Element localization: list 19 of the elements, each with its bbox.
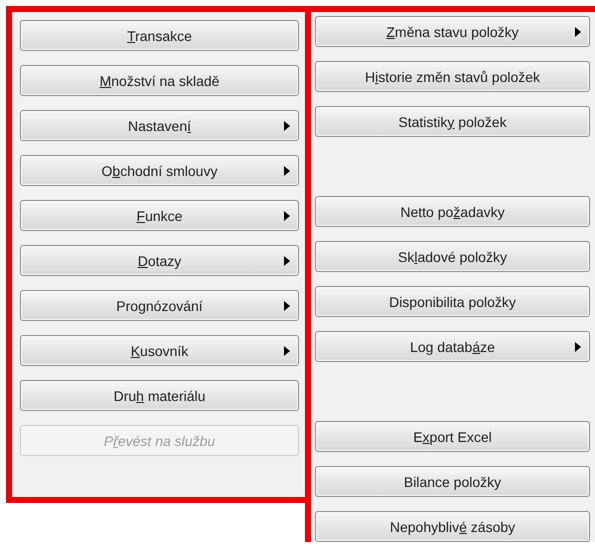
menu-button[interactable]: Netto požadavky [315,196,590,227]
menu-button[interactable]: Druh materiálu [20,380,299,411]
menu-button[interactable]: Nepohyblivé zásoby [315,511,590,542]
menu-button[interactable]: Statistiky položek [315,106,590,137]
menu-button[interactable]: Export Excel [315,421,590,452]
menu-button[interactable]: Nastavení [20,110,299,141]
menu-button[interactable]: Množství na skladě [20,65,299,96]
menu-button[interactable]: Log databáze [315,331,590,362]
menu-button[interactable]: Transakce [20,20,299,51]
menu-button[interactable]: Prognózování [20,290,299,321]
menu-button[interactable]: Skladové položky [315,241,590,272]
menu-button[interactable]: Bilance položky [315,466,590,497]
menu-button[interactable]: Dotazy [20,245,299,276]
menu-button[interactable]: Kusovník [20,335,299,366]
menu-button[interactable]: Disponibilita položky [315,286,590,317]
menu-button[interactable]: Obchodní smlouvy [20,155,299,186]
menu-button[interactable]: Funkce [20,200,299,231]
menu-button[interactable]: Změna stavu položky [315,16,590,47]
menu-button[interactable]: Historie změn stavů položek [315,61,590,92]
